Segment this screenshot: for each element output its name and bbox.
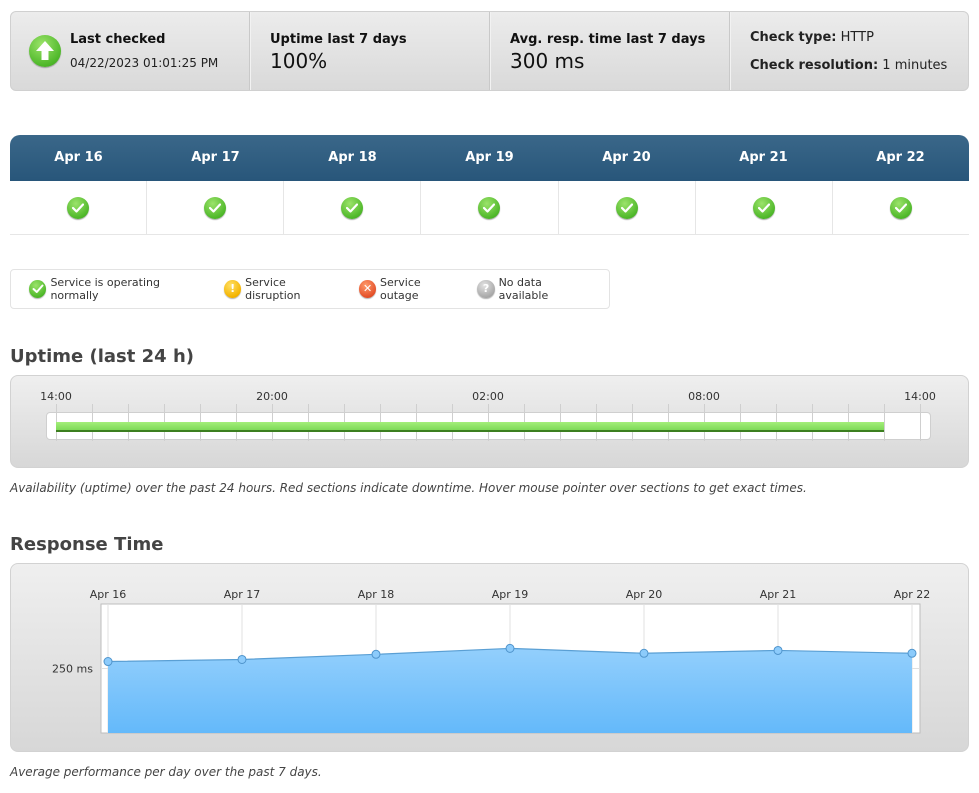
uptime-title: Uptime (last 24 h)	[10, 346, 194, 367]
x-tick-label: Apr 22	[894, 588, 931, 601]
timeline-label: 14:00	[904, 390, 936, 403]
response-time-chart: 250 ms Apr 16 Apr 17 Apr 18 Apr 19 Apr 20 Apr …	[52, 588, 931, 734]
legend-label: No data available	[498, 276, 549, 302]
calendar-day-label: Apr 19	[465, 150, 514, 165]
legend-label: Service is operating normally	[50, 276, 160, 302]
timeline-label: 14:00	[40, 390, 72, 403]
uptime-panel: 14:00 20:00 02:00 08:00 14:00	[10, 375, 969, 468]
data-point[interactable]	[505, 643, 515, 653]
calendar-day-cell[interactable]	[10, 181, 148, 234]
calendar-day-label: Apr 18	[328, 150, 377, 165]
x-tick-label: Apr 18	[358, 588, 395, 601]
legend-item: ! Service disruption	[223, 276, 342, 302]
timeline-label: 20:00	[256, 390, 288, 403]
check-type-label: Check type:	[750, 30, 837, 45]
calendar-day-label: Apr 20	[602, 150, 651, 165]
x-tick-label: Apr 19	[492, 588, 529, 601]
legend-label: Service disruption	[245, 276, 301, 302]
uptime-segment[interactable]	[56, 422, 884, 432]
calendar-day-cell[interactable]	[833, 181, 969, 234]
timeline-label: 08:00	[688, 390, 720, 403]
summary-bar: Last checked 04/22/2023 01:01:25 PM Upti…	[10, 11, 969, 91]
legend-item: ? No data available	[477, 276, 592, 302]
check-icon	[752, 196, 775, 219]
calendar-header: Apr 16 Apr 17 Apr 18 Apr 19 Apr 20 Apr 21 Apr …	[10, 135, 969, 181]
calendar-day-cell[interactable]	[284, 181, 422, 234]
uptime-cell: Uptime last 7 days 100%	[250, 12, 490, 90]
check-icon	[478, 196, 501, 219]
timeline-tick	[884, 404, 885, 441]
check-icon	[67, 196, 90, 219]
data-point[interactable]	[103, 657, 113, 667]
response-title: Response Time	[10, 534, 164, 555]
y-tick-label: 250 ms	[52, 663, 93, 676]
data-point[interactable]	[237, 654, 247, 664]
legend-label: Service outage	[380, 276, 421, 302]
x-tick-label: Apr 21	[760, 588, 797, 601]
x-tick-label: Apr 20	[626, 588, 663, 601]
check-icon	[341, 196, 364, 219]
data-point[interactable]	[371, 649, 381, 659]
check-resolution: Check resolution: 1 minutes	[750, 58, 947, 73]
calendar-day-label: Apr 16	[54, 150, 103, 165]
daily-status-calendar: Apr 16 Apr 17 Apr 18 Apr 19 Apr 20 Apr 21 Apr …	[10, 135, 969, 235]
exclamation-icon: !	[223, 280, 242, 298]
x-tick-label: Apr 16	[90, 588, 127, 601]
x-tick-label: Apr 17	[224, 588, 261, 601]
check-type: Check type: HTTP	[750, 30, 874, 45]
check-icon	[615, 196, 638, 219]
legend-item: Service is operating normally	[29, 276, 207, 302]
calendar-day-cell[interactable]	[421, 181, 559, 234]
data-point[interactable]	[639, 648, 649, 658]
timeline-label: 02:00	[472, 390, 504, 403]
status-legend: Service is operating normally! Service di…	[10, 269, 610, 309]
calendar-body	[10, 181, 969, 235]
uptime-caption: Availability (uptime) over the past 24 h…	[10, 481, 807, 495]
check-icon	[889, 196, 912, 219]
avg-resp-value: 300 ms	[510, 49, 585, 73]
check-info-cell: Check type: HTTP Check resolution: 1 min…	[730, 12, 968, 90]
series-area	[108, 648, 912, 733]
x-icon: ✕	[358, 280, 377, 298]
avg-resp-cell: Avg. resp. time last 7 days 300 ms	[490, 12, 730, 90]
response-caption: Average performance per day over the pas…	[10, 765, 322, 779]
question-icon: ?	[477, 280, 495, 298]
uptime-value: 100%	[270, 49, 328, 73]
response-panel: 250 ms Apr 16 Apr 17 Apr 18 Apr 19 Apr 20 Apr …	[10, 563, 969, 752]
uptime-label: Uptime last 7 days	[270, 32, 407, 47]
data-point[interactable]	[773, 645, 783, 655]
calendar-day-cell[interactable]	[147, 181, 285, 234]
last-checked-value: 04/22/2023 01:01:25 PM	[70, 56, 219, 70]
check-resolution-value: 1 minutes	[882, 58, 948, 73]
check-resolution-label: Check resolution:	[750, 58, 879, 73]
legend-item: ✕ Service outage	[358, 276, 461, 302]
calendar-day-label: Apr 17	[191, 150, 240, 165]
avg-resp-label: Avg. resp. time last 7 days	[510, 32, 706, 47]
data-point[interactable]	[907, 648, 917, 658]
check-type-value: HTTP	[840, 30, 874, 45]
arrow-up-icon	[29, 35, 61, 67]
last-checked-cell: Last checked 04/22/2023 01:01:25 PM	[11, 12, 250, 90]
calendar-day-cell[interactable]	[696, 181, 833, 234]
timeline-tick	[920, 404, 921, 441]
check-icon	[204, 196, 227, 219]
last-checked-label: Last checked	[70, 32, 166, 47]
check-icon	[29, 280, 47, 298]
calendar-day-label: Apr 22	[876, 150, 925, 165]
calendar-day-cell[interactable]	[559, 181, 696, 234]
calendar-day-label: Apr 21	[739, 150, 788, 165]
